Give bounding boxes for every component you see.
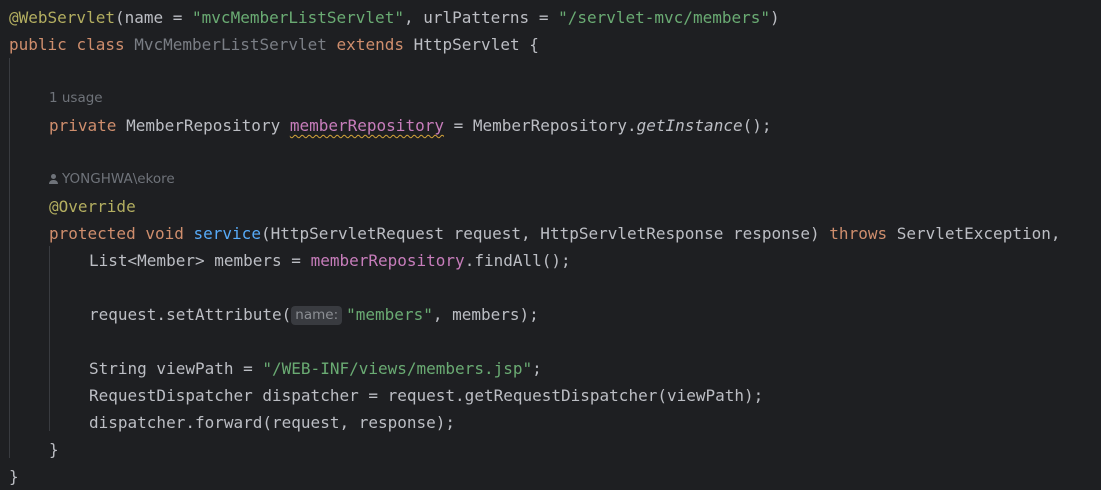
code-line-dispatcher[interactable]: RequestDispatcher dispatcher = request.g… [89, 382, 763, 409]
code-editor[interactable]: @WebServlet(name = "mvcMemberListServlet… [0, 0, 1101, 490]
usage-inlay-hint[interactable]: 1 usage [49, 85, 103, 112]
servlet-name-string: "mvcMemberListServlet" [192, 8, 404, 27]
url-pattern-string: "/servlet-mvc/members" [558, 8, 770, 27]
code-line-field[interactable]: private MemberRepository memberRepositor… [49, 112, 772, 139]
code-line-members[interactable]: List<Member> members = memberRepository.… [89, 247, 571, 274]
indent-guide [9, 58, 10, 458]
class-name: MvcMemberListServlet [134, 35, 327, 54]
code-line-annotation[interactable]: @WebServlet(name = "mvcMemberListServlet… [9, 4, 780, 31]
get-instance-method: getInstance [636, 116, 743, 135]
indent-guide [49, 246, 50, 431]
author-inlay-hint[interactable]: YONGHWA\ekore [49, 166, 175, 193]
user-icon [49, 174, 58, 184]
class-closing-brace[interactable]: } [9, 463, 19, 490]
code-line-class-decl[interactable]: public class MvcMemberListServlet extend… [9, 31, 539, 58]
code-line-override[interactable]: @Override [49, 193, 136, 220]
method-closing-brace[interactable]: } [49, 436, 59, 463]
code-line-method-decl[interactable]: protected void service(HttpServletReques… [49, 220, 1060, 247]
annotation-webservlet: @WebServlet [9, 8, 115, 27]
field-member-repository: memberRepository [289, 116, 444, 135]
code-line-set-attribute[interactable]: request.setAttribute(name: "members", mem… [89, 301, 539, 328]
parameter-name-hint: name: [291, 306, 343, 325]
super-class: HttpServlet { [413, 35, 539, 54]
method-service: service [193, 224, 261, 243]
code-line-view-path[interactable]: String viewPath = "/WEB-INF/views/member… [89, 355, 542, 382]
code-line-forward[interactable]: dispatcher.forward(request, response); [89, 409, 455, 436]
